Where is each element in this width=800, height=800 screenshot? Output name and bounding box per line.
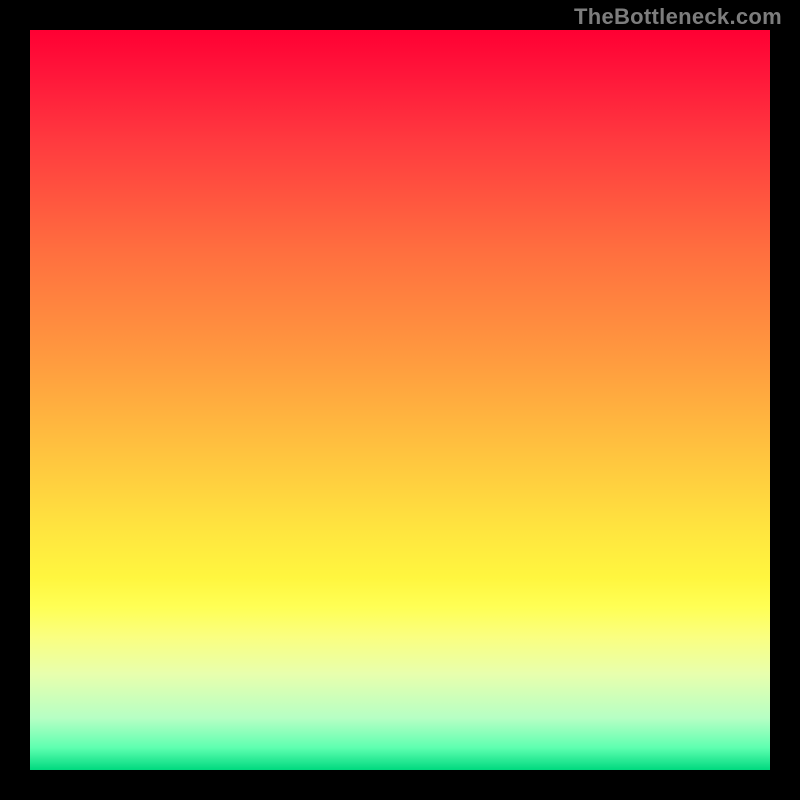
heat-gradient <box>30 30 770 770</box>
chart-frame: TheBottleneck.com <box>0 0 800 800</box>
attribution-text: TheBottleneck.com <box>574 4 782 30</box>
plot-area <box>30 30 770 770</box>
